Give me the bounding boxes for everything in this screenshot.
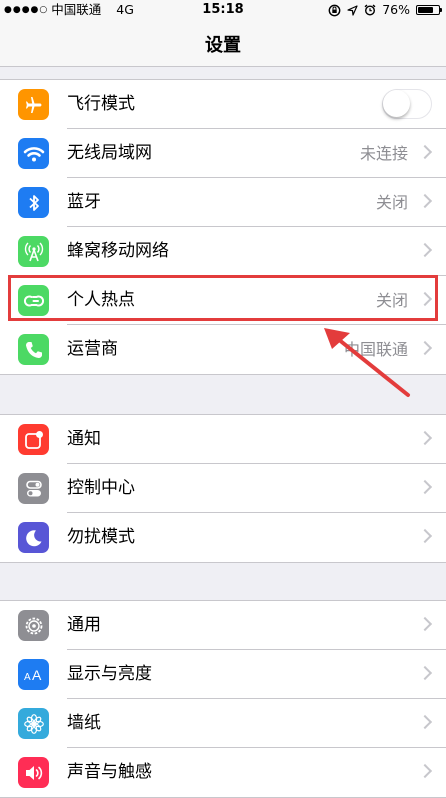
chevron-right-icon — [417, 193, 433, 209]
settings-row-cellular[interactable]: 蜂窝移动网络 — [0, 227, 446, 276]
settings-row-general[interactable]: 通用 — [0, 601, 446, 650]
chevron-right-icon — [417, 291, 433, 307]
alarm-icon — [364, 4, 376, 16]
phone-icon — [18, 334, 49, 365]
rotation-lock-icon — [328, 4, 341, 16]
notifications-icon — [18, 424, 49, 455]
settings-row-label: 墙纸 — [67, 713, 101, 733]
settings-row-label: 声音与触感 — [67, 762, 152, 782]
svg-text:A: A — [32, 667, 42, 683]
chevron-right-icon — [417, 430, 433, 446]
battery-percent: 76% — [382, 2, 410, 17]
chevron-right-icon — [417, 479, 433, 495]
chevron-right-icon — [417, 665, 433, 681]
flower-icon — [18, 708, 49, 739]
settings-row-label: 蓝牙 — [67, 192, 101, 212]
navigation-bar: 设置 — [0, 20, 446, 67]
settings-row-label: 飞行模式 — [67, 94, 135, 114]
settings-row-label: 控制中心 — [67, 478, 135, 498]
hotspot-icon — [18, 285, 49, 316]
settings-row-sounds-haptics[interactable]: 声音与触感 — [0, 748, 446, 797]
page-title: 设置 — [205, 35, 241, 56]
settings-row-label: 通知 — [67, 429, 101, 449]
settings-row-wifi[interactable]: 无线局域网 未连接 — [0, 129, 446, 178]
svg-text:A: A — [24, 672, 31, 683]
annotation-arrow-icon — [324, 328, 410, 397]
settings-row-control-center[interactable]: 控制中心 — [0, 464, 446, 513]
settings-row-label: 个人热点 — [67, 290, 135, 310]
cellular-icon — [18, 236, 49, 267]
settings-row-label: 运营商 — [67, 339, 118, 359]
speaker-icon — [18, 757, 49, 788]
settings-row-label: 无线局域网 — [67, 143, 152, 163]
wifi-icon — [18, 138, 49, 169]
control-center-icon — [18, 473, 49, 504]
settings-row-value: 关闭 — [375, 291, 408, 310]
display-icon: A A — [18, 659, 49, 690]
airplane-icon — [18, 89, 49, 120]
chevron-right-icon — [417, 340, 433, 356]
gear-icon — [18, 610, 49, 641]
settings-row-wallpaper[interactable]: 墙纸 — [0, 699, 446, 748]
settings-row-bluetooth[interactable]: 蓝牙 关闭 — [0, 178, 446, 227]
settings-group-general: 通用 A A 显示与亮度 墙纸 声音与触感 — [0, 600, 446, 798]
chevron-right-icon — [417, 714, 433, 730]
settings-row-value: 关闭 — [375, 193, 408, 212]
battery-icon — [416, 5, 442, 15]
settings-row-personal-hotspot[interactable]: 个人热点 关闭 — [0, 276, 446, 325]
settings-row-do-not-disturb[interactable]: 勿扰模式 — [0, 513, 446, 562]
location-icon — [347, 4, 358, 16]
status-bar: ●●●●○ 中国联通 4G 15:18 76% — [0, 0, 446, 20]
settings-row-label: 蜂窝移动网络 — [67, 241, 169, 261]
chevron-right-icon — [417, 242, 433, 258]
settings-row-display-brightness[interactable]: A A 显示与亮度 — [0, 650, 446, 699]
airplane-mode-toggle[interactable] — [382, 89, 432, 119]
settings-row-notifications[interactable]: 通知 — [0, 415, 446, 464]
moon-icon — [18, 522, 49, 553]
settings-row-label: 通用 — [67, 615, 101, 635]
chevron-right-icon — [417, 763, 433, 779]
settings-row-airplane-mode[interactable]: 飞行模式 — [0, 80, 446, 129]
bluetooth-icon — [18, 187, 49, 218]
settings-row-label: 勿扰模式 — [67, 527, 135, 547]
chevron-right-icon — [417, 616, 433, 632]
chevron-right-icon — [417, 144, 433, 160]
settings-group-notifications: 通知 控制中心 勿扰模式 — [0, 414, 446, 563]
settings-row-label: 显示与亮度 — [67, 664, 152, 684]
chevron-right-icon — [417, 528, 433, 544]
settings-row-value: 未连接 — [359, 144, 408, 163]
